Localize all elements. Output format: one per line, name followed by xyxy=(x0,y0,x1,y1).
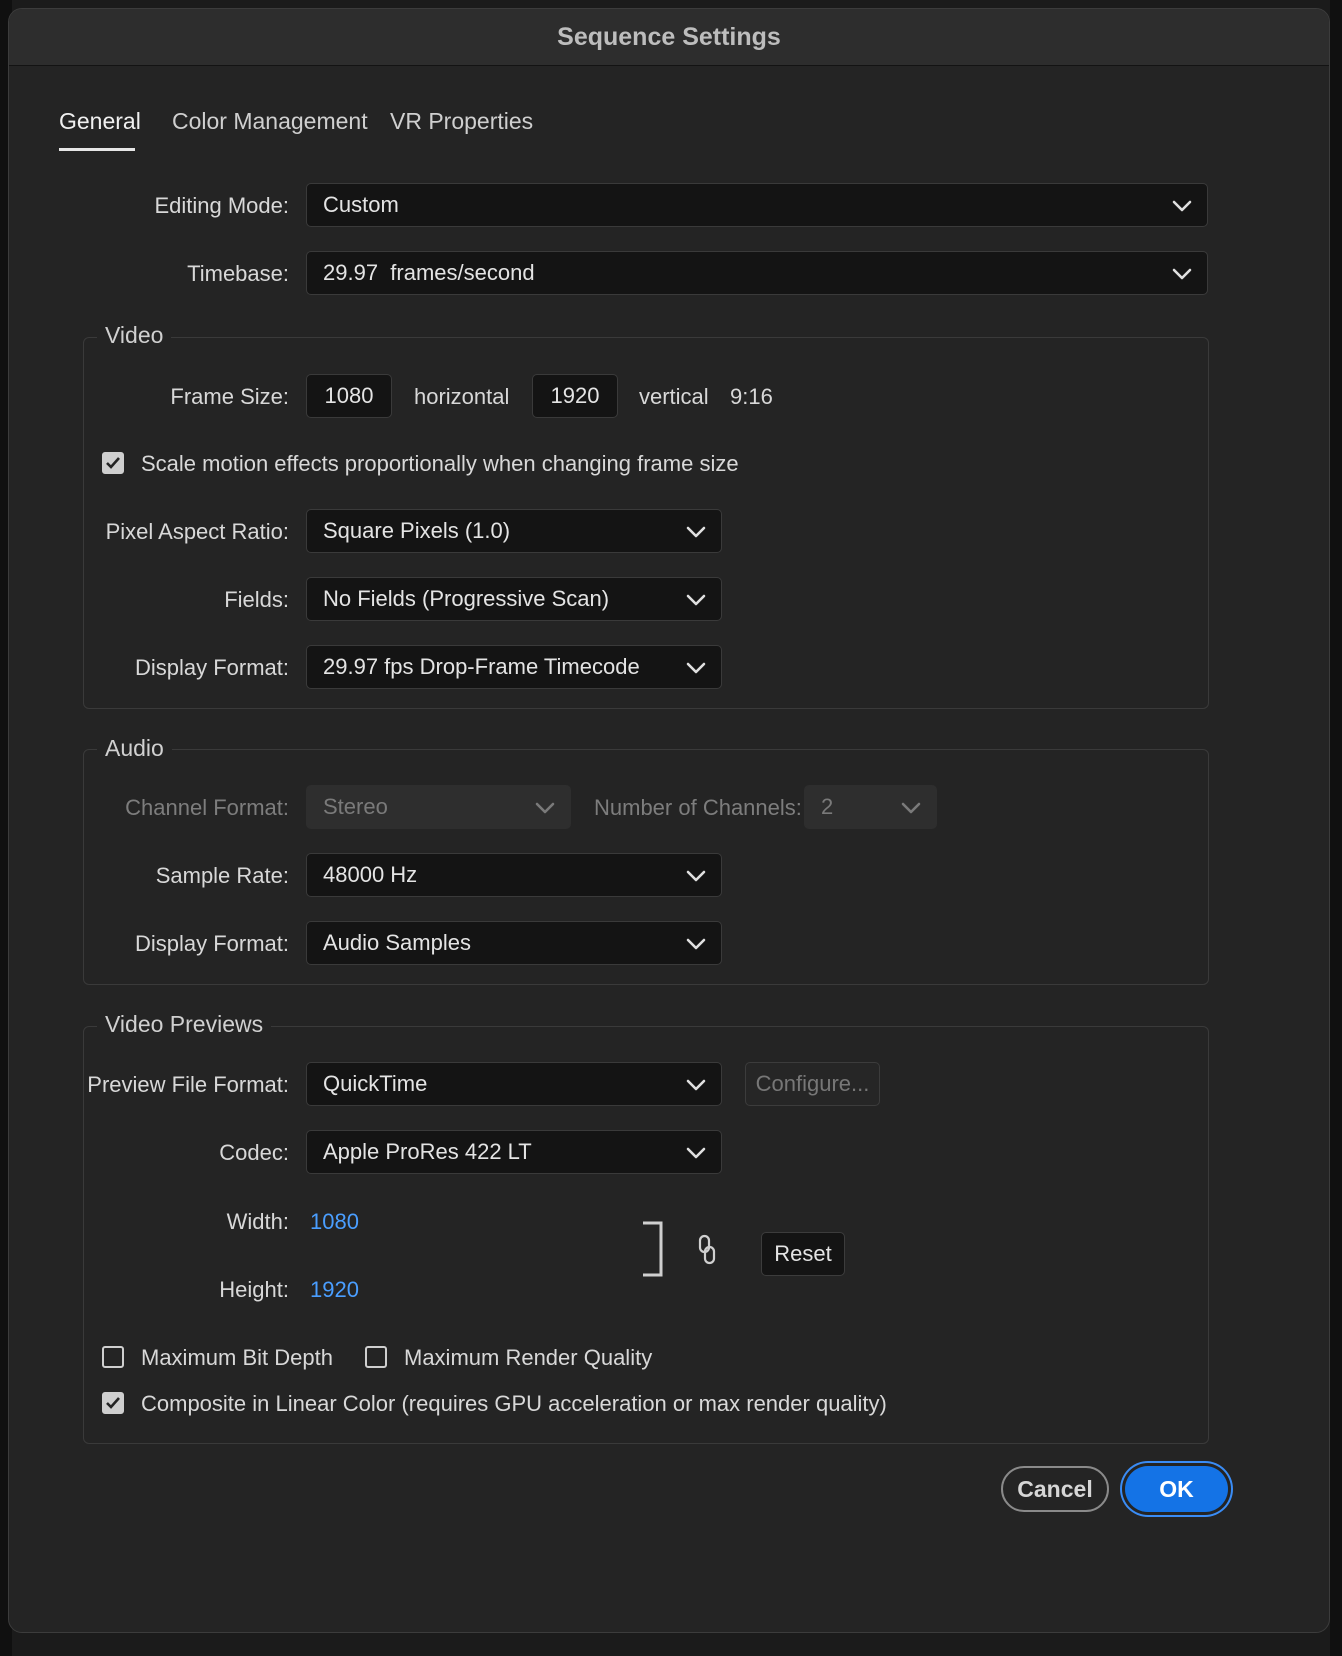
video-legend: Video xyxy=(97,322,172,349)
background-right xyxy=(1330,0,1342,1656)
timebase-label: Timebase: xyxy=(187,261,289,286)
bracket-icon xyxy=(643,1221,663,1277)
timebase-value: 29.97 frames/second xyxy=(323,260,535,285)
checkmark-icon xyxy=(106,457,120,469)
chain-link-icon[interactable] xyxy=(697,1234,717,1266)
max-render-quality-label: Maximum Render Quality xyxy=(404,1345,653,1370)
chevron-down-icon xyxy=(686,870,706,882)
checkmark-icon xyxy=(106,1397,120,1409)
aspect-ratio-value: 9:16 xyxy=(730,384,773,409)
audio-legend: Audio xyxy=(97,735,172,762)
width-label: Width: xyxy=(226,1209,289,1234)
video-display-format-label: Display Format: xyxy=(134,655,289,680)
frame-size-label: Frame Size: xyxy=(170,384,289,409)
codec-label: Codec: xyxy=(219,1140,289,1165)
video-display-format-value: 29.97 fps Drop-Frame Timecode xyxy=(323,654,640,679)
number-of-channels-value: 2 xyxy=(821,794,834,819)
number-of-channels-label: Number of Channels: xyxy=(594,795,802,820)
preview-height-value[interactable]: 1920 xyxy=(310,1277,359,1303)
editing-mode-select[interactable]: Custom xyxy=(306,183,1208,227)
preview-file-format-label: Preview File Format: xyxy=(87,1072,289,1097)
frame-height-input[interactable]: 1920 xyxy=(532,374,618,418)
preview-width-value[interactable]: 1080 xyxy=(310,1209,359,1235)
sequence-settings-dialog: Sequence Settings General Color Manageme… xyxy=(8,8,1330,1633)
frame-width-input[interactable]: 1080 xyxy=(306,374,392,418)
chevron-down-icon xyxy=(686,1147,706,1159)
video-previews-legend: Video Previews xyxy=(97,1011,272,1038)
pixel-aspect-ratio-value: Square Pixels (1.0) xyxy=(323,518,511,543)
chevron-down-icon xyxy=(686,938,706,950)
chevron-down-icon xyxy=(901,802,921,814)
tab-general[interactable]: General xyxy=(59,108,141,135)
number-of-channels-select: 2 xyxy=(804,785,937,829)
channel-format-value: Stereo xyxy=(323,794,388,819)
linear-color-label: Composite in Linear Color (requires GPU … xyxy=(141,1391,887,1416)
channel-format-select: Stereo xyxy=(306,785,571,829)
cancel-button[interactable]: Cancel xyxy=(1001,1466,1109,1512)
audio-display-format-select[interactable]: Audio Samples xyxy=(306,921,722,965)
codec-select[interactable]: Apple ProRes 422 LT xyxy=(306,1130,722,1174)
vertical-label: vertical xyxy=(639,384,709,409)
fields-label: Fields: xyxy=(224,587,289,612)
max-bit-depth-checkbox[interactable] xyxy=(102,1346,124,1368)
timebase-select[interactable]: 29.97 frames/second xyxy=(306,251,1208,295)
chevron-down-icon xyxy=(686,526,706,538)
preview-file-format-select[interactable]: QuickTime xyxy=(306,1062,722,1106)
configure-button: Configure... xyxy=(745,1062,880,1106)
audio-display-format-value: Audio Samples xyxy=(323,930,471,955)
tab-color-management[interactable]: Color Management xyxy=(172,108,368,135)
max-render-quality-checkbox[interactable] xyxy=(365,1346,387,1368)
chevron-down-icon xyxy=(686,1079,706,1091)
ok-button[interactable]: OK xyxy=(1125,1466,1228,1512)
chevron-down-icon xyxy=(1172,268,1192,280)
scale-motion-checkbox[interactable] xyxy=(102,452,124,474)
chevron-down-icon xyxy=(535,802,555,814)
chevron-down-icon xyxy=(1172,200,1192,212)
horizontal-label: horizontal xyxy=(414,384,510,409)
fields-value: No Fields (Progressive Scan) xyxy=(323,586,610,611)
max-bit-depth-label: Maximum Bit Depth xyxy=(141,1345,333,1370)
sample-rate-label: Sample Rate: xyxy=(155,863,289,888)
tab-vr-properties[interactable]: VR Properties xyxy=(390,108,533,135)
sample-rate-value: 48000 Hz xyxy=(323,862,418,887)
codec-value: Apple ProRes 422 LT xyxy=(323,1139,532,1164)
chevron-down-icon xyxy=(686,594,706,606)
pixel-aspect-ratio-select[interactable]: Square Pixels (1.0) xyxy=(306,509,722,553)
audio-display-format-label: Display Format: xyxy=(134,931,289,956)
height-label: Height: xyxy=(219,1277,289,1302)
editing-mode-label: Editing Mode: xyxy=(154,193,289,218)
preview-file-format-value: QuickTime xyxy=(323,1071,428,1096)
linear-color-checkbox[interactable] xyxy=(102,1392,124,1414)
editing-mode-value: Custom xyxy=(323,192,399,217)
reset-button[interactable]: Reset xyxy=(761,1232,845,1276)
video-display-format-select[interactable]: 29.97 fps Drop-Frame Timecode xyxy=(306,645,722,689)
chevron-down-icon xyxy=(686,662,706,674)
pixel-aspect-ratio-label: Pixel Aspect Ratio: xyxy=(105,519,289,544)
active-tab-underline xyxy=(59,148,135,151)
scale-motion-label: Scale motion effects proportionally when… xyxy=(141,451,739,476)
fields-select[interactable]: No Fields (Progressive Scan) xyxy=(306,577,722,621)
channel-format-label: Channel Format: xyxy=(125,795,289,820)
sample-rate-select[interactable]: 48000 Hz xyxy=(306,853,722,897)
dialog-title: Sequence Settings xyxy=(9,9,1329,66)
